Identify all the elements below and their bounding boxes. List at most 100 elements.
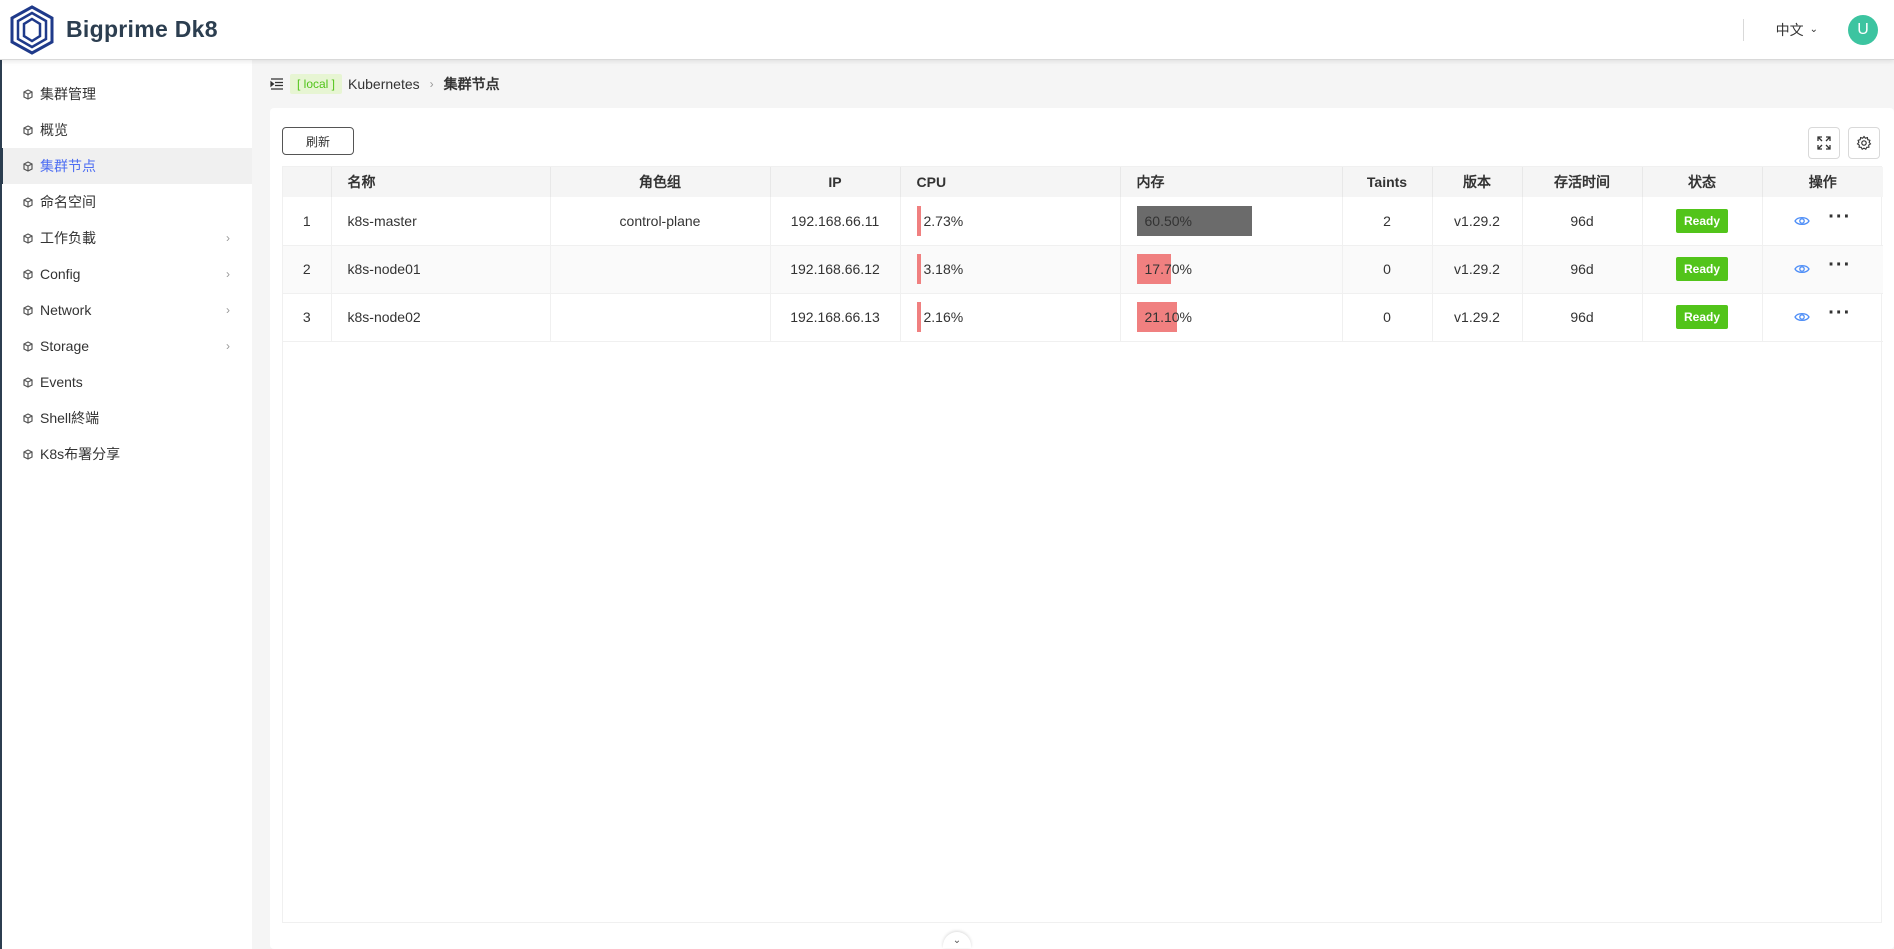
- column-header-ip[interactable]: IP: [770, 167, 901, 197]
- nodes-table: 名称 角色组 IP CPU 内存 Taints 版本 存活时间 状态 操作 1: [282, 166, 1883, 923]
- sidebar-item-storage[interactable]: Storage ›: [2, 328, 252, 364]
- column-header-taints[interactable]: Taints: [1342, 167, 1433, 197]
- sidebar-item-config[interactable]: Config ›: [2, 256, 252, 292]
- breadcrumb-parent[interactable]: Kubernetes: [348, 76, 420, 92]
- menu-fold-icon[interactable]: [270, 77, 284, 91]
- table-row[interactable]: 2 k8s-node01 192.168.66.12 3.18% 17.70% …: [283, 245, 1883, 294]
- row-index: 1: [283, 197, 332, 246]
- logo[interactable]: Bigprime Dk8: [10, 4, 218, 55]
- table-row[interactable]: 3 k8s-node02 192.168.66.13 2.16% 21.10% …: [283, 293, 1883, 342]
- cube-icon: [22, 88, 34, 100]
- sidebar-item-shell[interactable]: Shell終端: [2, 400, 252, 436]
- actions-cell: ···: [1762, 245, 1883, 294]
- settings-button[interactable]: [1848, 127, 1880, 159]
- column-header-memory[interactable]: 内存: [1120, 167, 1343, 197]
- header-right: 中文 ⌄ U: [1742, 0, 1894, 59]
- cpu-cell: 3.18%: [900, 245, 1121, 294]
- top-header: Bigprime Dk8 中文 ⌄ U: [0, 0, 1894, 60]
- node-name[interactable]: k8s-master: [331, 197, 551, 246]
- node-ip: 192.168.66.11: [770, 197, 901, 246]
- chevron-double-up-icon: ⌄: [952, 934, 962, 946]
- column-header-role[interactable]: 角色组: [550, 167, 771, 197]
- cpu-bar: [916, 205, 921, 236]
- node-role: [550, 245, 771, 294]
- sidebar: 集群管理 概览 集群节点 命名空间 工作负載 › Config › Networ…: [0, 60, 252, 949]
- cube-icon: [22, 268, 34, 280]
- cube-icon: [22, 160, 34, 172]
- node-version: v1.29.2: [1432, 197, 1523, 246]
- sidebar-item-cluster-nodes[interactable]: 集群节点: [0, 148, 252, 184]
- sidebar-item-label: 集群管理: [40, 86, 96, 102]
- column-header-actions: 操作: [1762, 167, 1883, 197]
- sidebar-item-label: Config: [40, 266, 81, 282]
- cpu-cell: 2.16%: [900, 293, 1121, 342]
- more-actions-icon[interactable]: ···: [1828, 255, 1851, 275]
- fullscreen-button[interactable]: [1808, 127, 1840, 159]
- refresh-button[interactable]: 刷新: [282, 127, 354, 155]
- breadcrumb-separator-icon: ›: [429, 77, 434, 91]
- sidebar-item-cluster-management[interactable]: 集群管理: [2, 76, 252, 112]
- chevron-down-icon: ⌄: [1809, 24, 1818, 35]
- column-header-name[interactable]: 名称: [331, 167, 551, 197]
- column-header-version[interactable]: 版本: [1432, 167, 1523, 197]
- sidebar-item-workloads[interactable]: 工作负載 ›: [2, 220, 252, 256]
- memory-value: 17.70%: [1144, 261, 1192, 277]
- node-name[interactable]: k8s-node02: [331, 293, 551, 342]
- status-cell: Ready: [1642, 245, 1763, 294]
- sidebar-item-label: K8s布署分享: [40, 446, 121, 462]
- sidebar-item-label: Events: [40, 374, 83, 390]
- sidebar-item-label: Storage: [40, 338, 90, 354]
- app-root: Bigprime Dk8 中文 ⌄ U 集群管理 概览 集群节点 命名空间 工作…: [0, 0, 1894, 949]
- column-header-status[interactable]: 状态: [1642, 167, 1763, 197]
- cpu-bar: [916, 254, 921, 284]
- cpu-value: 2.73%: [923, 212, 964, 229]
- eye-icon[interactable]: [1794, 261, 1810, 277]
- avatar[interactable]: U: [1848, 14, 1878, 45]
- cube-icon: [22, 232, 34, 244]
- sidebar-item-label: 集群节点: [40, 158, 96, 174]
- node-name[interactable]: k8s-node01: [331, 245, 551, 294]
- cpu-bar: [916, 302, 921, 332]
- sidebar-item-overview[interactable]: 概览: [2, 112, 252, 148]
- brand-title: Bigprime Dk8: [66, 16, 218, 42]
- table-row[interactable]: 1 k8s-master control-plane 192.168.66.11…: [283, 197, 1883, 246]
- node-age: 96d: [1522, 197, 1643, 246]
- language-selector[interactable]: 中文 ⌄: [1776, 20, 1818, 40]
- more-actions-icon[interactable]: ···: [1828, 207, 1851, 227]
- node-taints: 0: [1342, 293, 1433, 342]
- memory-cell: 17.70%: [1120, 245, 1343, 294]
- sidebar-item-namespaces[interactable]: 命名空间: [2, 184, 252, 220]
- sidebar-item-network[interactable]: Network ›: [2, 292, 252, 328]
- cluster-tag: [ local ]: [290, 74, 343, 94]
- breadcrumb-current: 集群节点: [443, 76, 500, 92]
- sidebar-item-label: 命名空间: [40, 194, 96, 210]
- gear-icon: [1856, 135, 1872, 150]
- eye-icon[interactable]: [1794, 309, 1810, 325]
- sidebar-item-k8s-share[interactable]: K8s布署分享: [2, 436, 252, 472]
- column-header-cpu[interactable]: CPU: [900, 167, 1121, 197]
- chevron-right-icon: ›: [226, 339, 230, 353]
- actions-cell: ···: [1762, 293, 1883, 342]
- row-index: 2: [283, 245, 332, 294]
- chevron-right-icon: ›: [226, 231, 230, 245]
- more-actions-icon[interactable]: ···: [1828, 303, 1851, 323]
- sidebar-item-label: Shell終端: [40, 410, 100, 426]
- language-label: 中文: [1775, 21, 1804, 38]
- status-badge: Ready: [1675, 257, 1729, 281]
- header-divider: [1742, 18, 1744, 41]
- status-cell: Ready: [1642, 293, 1763, 342]
- memory-cell: 21.10%: [1120, 293, 1343, 342]
- node-role: [550, 293, 771, 342]
- memory-value: 60.50%: [1144, 212, 1192, 229]
- eye-icon[interactable]: [1794, 213, 1810, 229]
- expand-icon: [1817, 136, 1831, 150]
- cpu-value: 3.18%: [923, 261, 964, 277]
- sidebar-item-events[interactable]: Events: [2, 364, 252, 400]
- column-header-age[interactable]: 存活时间: [1522, 167, 1643, 197]
- node-role: control-plane: [550, 197, 771, 246]
- memory-value: 21.10%: [1144, 309, 1192, 325]
- cube-icon: [22, 412, 34, 424]
- sidebar-item-label: 工作负載: [40, 230, 96, 246]
- status-badge: Ready: [1675, 305, 1729, 329]
- table-header-row: 名称 角色组 IP CPU 内存 Taints 版本 存活时间 状态 操作: [283, 167, 1883, 197]
